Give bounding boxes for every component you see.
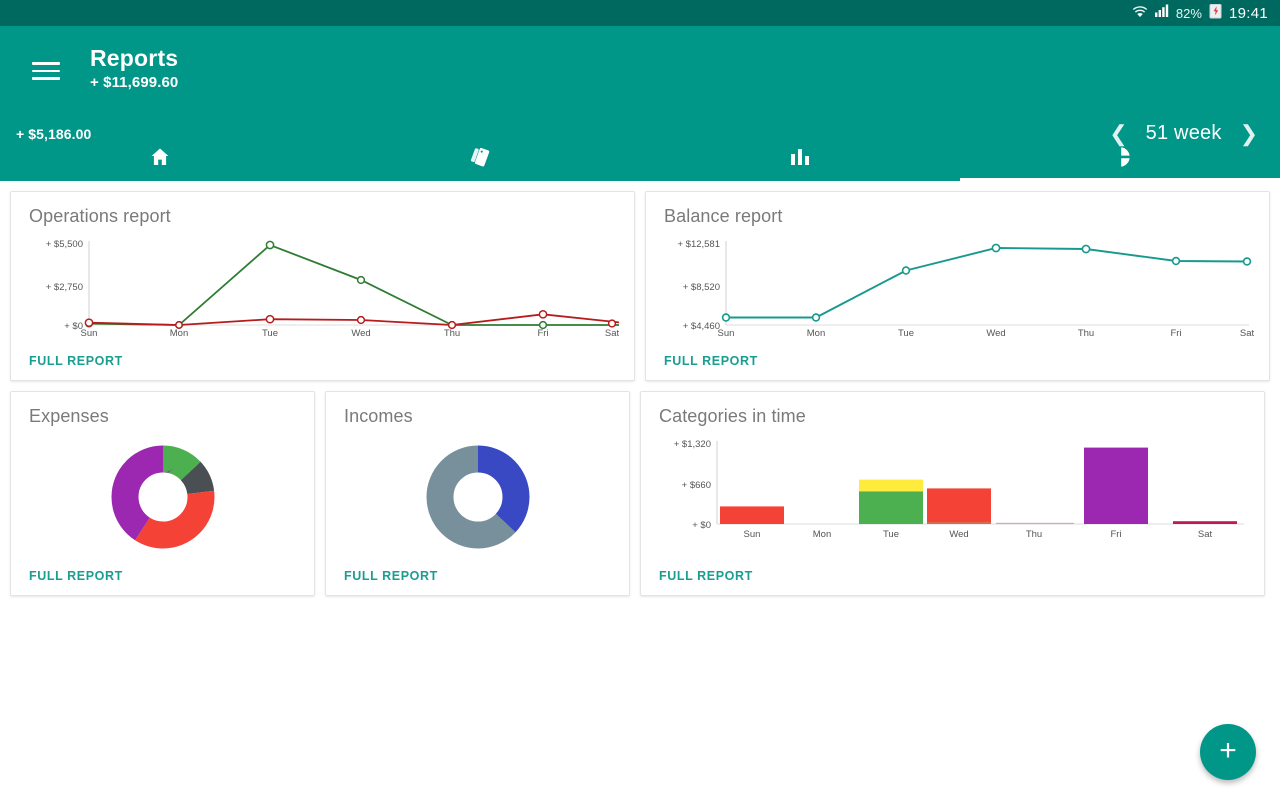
svg-text:+ $5,500: + $5,500	[46, 239, 83, 250]
tab-bar-chart[interactable]	[640, 133, 960, 181]
expenses-donut-chart	[29, 433, 296, 561]
tags-icon	[467, 144, 493, 170]
reports-row-top: Operations report + $5,500 + $2,750 + $0	[10, 191, 1270, 381]
svg-text:Sun: Sun	[81, 328, 98, 338]
svg-text:Sun: Sun	[718, 328, 735, 338]
svg-text:Sat: Sat	[605, 328, 619, 338]
svg-text:Sat: Sat	[1240, 328, 1254, 338]
cell-signal-icon	[1154, 4, 1169, 22]
home-icon	[148, 145, 172, 169]
svg-text:Mon: Mon	[813, 529, 831, 540]
pie-chart-icon	[1108, 145, 1132, 169]
card-categories-in-time: Categories in time + $1,320 + $660 + $0	[640, 391, 1265, 596]
svg-text:Thu: Thu	[1026, 529, 1042, 540]
svg-text:Fri: Fri	[1110, 529, 1121, 540]
svg-text:Wed: Wed	[949, 529, 968, 540]
svg-text:+ $8,520: + $8,520	[683, 282, 720, 293]
reports-content: Operations report + $5,500 + $2,750 + $0	[0, 181, 1280, 596]
svg-text:+ $660: + $660	[682, 480, 711, 491]
svg-text:Wed: Wed	[351, 328, 370, 338]
svg-text:Mon: Mon	[170, 328, 188, 338]
card-title-expenses: Expenses	[29, 406, 109, 426]
tab-pie-chart[interactable]	[960, 133, 1280, 181]
page-title: Reports	[90, 45, 179, 71]
svg-text:+ $1,320: + $1,320	[674, 439, 711, 450]
svg-text:Thu: Thu	[444, 328, 460, 338]
tab-bar	[0, 133, 1280, 181]
svg-text:Thu: Thu	[1078, 328, 1094, 338]
wifi-icon	[1132, 4, 1148, 23]
svg-text:Wed: Wed	[986, 328, 1005, 338]
total-amount-label: + $11,699.60	[90, 74, 179, 91]
tab-home[interactable]	[0, 133, 320, 181]
operations-chart: + $5,500 + $2,750 + $0 Sun Mon Tue Wed T…	[29, 233, 619, 338]
status-bar: 82% 19:41	[0, 0, 1280, 26]
bar-chart-icon	[789, 146, 811, 168]
add-transaction-fab[interactable]: +	[1200, 724, 1256, 780]
app-bar-top: Reports + $11,699.60	[0, 26, 1280, 94]
plus-icon: +	[1219, 733, 1237, 767]
svg-text:Mon: Mon	[807, 328, 825, 338]
svg-text:Tue: Tue	[262, 328, 278, 338]
card-expenses: Expenses FULL REPORT	[10, 391, 315, 596]
svg-text:+ $4,460: + $4,460	[683, 321, 720, 332]
card-incomes: Incomes FULL REPORT	[325, 391, 630, 596]
full-report-link-categories[interactable]: FULL REPORT	[659, 561, 1246, 583]
balance-chart: + $12,581 + $8,520 + $4,460 Sun Mon Tue	[664, 233, 1254, 338]
reports-row-bottom: Expenses FULL REPORT Incomes FULL REPORT…	[10, 391, 1270, 596]
svg-text:+ $0: + $0	[692, 520, 711, 531]
card-balance-report: Balance report + $12,581 + $8,520 + $4,4…	[645, 191, 1270, 381]
svg-text:Sat: Sat	[1198, 529, 1213, 540]
tab-tags[interactable]	[320, 133, 640, 181]
card-title-incomes: Incomes	[344, 406, 413, 426]
svg-text:+ $12,581: + $12,581	[677, 239, 720, 250]
svg-text:Tue: Tue	[883, 529, 899, 540]
svg-text:Tue: Tue	[898, 328, 914, 338]
card-title-balance: Balance report	[664, 206, 783, 226]
app-bar: Reports + $11,699.60 + $5,186.00 ❮ 51 we…	[0, 26, 1280, 181]
battery-percent-label: 82%	[1175, 5, 1202, 21]
battery-charging-icon	[1209, 3, 1222, 24]
incomes-donut-chart	[344, 433, 611, 561]
full-report-link-operations[interactable]: FULL REPORT	[29, 346, 616, 368]
svg-text:Fri: Fri	[1170, 328, 1181, 338]
clock-label: 19:41	[1228, 4, 1268, 22]
active-tab-indicator	[960, 178, 1280, 181]
card-operations-report: Operations report + $5,500 + $2,750 + $0	[10, 191, 635, 381]
title-block: Reports + $11,699.60	[90, 44, 178, 94]
card-title-categories: Categories in time	[659, 406, 806, 426]
full-report-link-balance[interactable]: FULL REPORT	[664, 346, 1251, 368]
svg-text:Sun: Sun	[744, 529, 761, 540]
categories-bar-chart: + $1,320 + $660 + $0 Sun Mon Tue Wed Thu…	[659, 433, 1246, 548]
full-report-link-incomes[interactable]: FULL REPORT	[344, 561, 611, 583]
svg-text:+ $2,750: + $2,750	[46, 282, 83, 293]
svg-text:Fri: Fri	[537, 328, 548, 338]
full-report-link-expenses[interactable]: FULL REPORT	[29, 561, 296, 583]
card-title-operations: Operations report	[29, 206, 171, 226]
hamburger-menu-icon[interactable]	[32, 56, 62, 86]
